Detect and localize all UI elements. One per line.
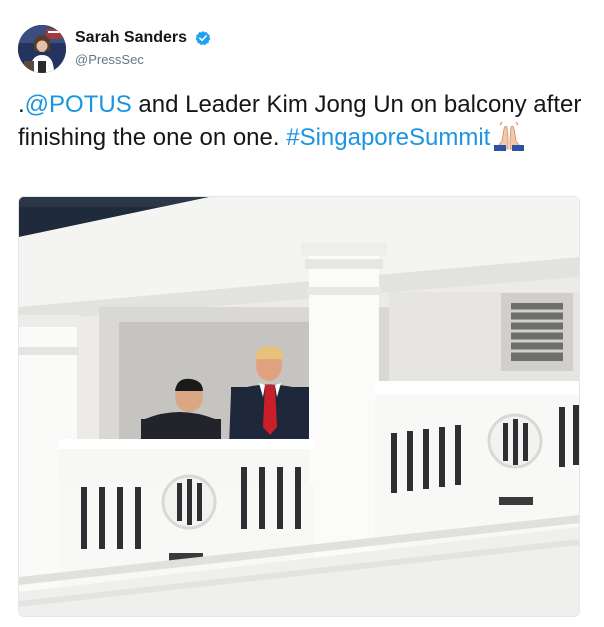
tweet-header: Sarah Sanders @PressSec [18, 25, 578, 75]
folded-hands-emoji [492, 121, 526, 151]
tweet-photo[interactable] [18, 196, 580, 617]
tweet-text: .@POTUS and Leader Kim Jong Un on balcon… [18, 89, 588, 154]
tweet-prefix: . [18, 91, 25, 118]
author-display-name[interactable]: Sarah Sanders [75, 29, 187, 47]
hashtag-link[interactable]: #SingaporeSummit [286, 124, 490, 151]
author-handle[interactable]: @PressSec [75, 52, 211, 67]
verified-badge-icon [195, 30, 211, 46]
mention-link[interactable]: @POTUS [25, 91, 132, 118]
avatar[interactable] [18, 25, 66, 73]
